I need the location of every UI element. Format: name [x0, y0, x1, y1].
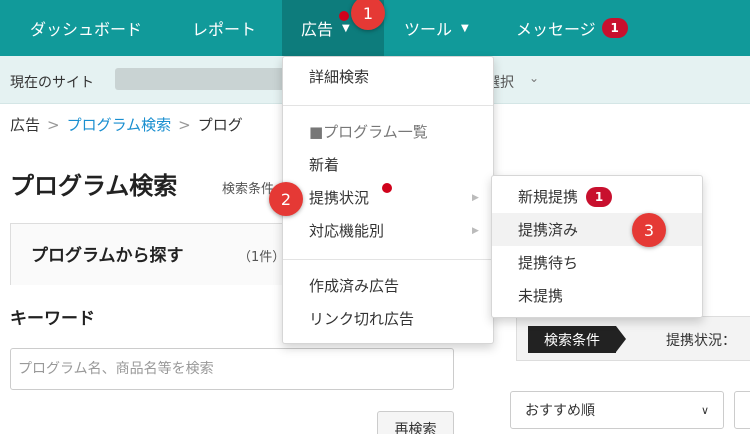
menu-item-created-ads[interactable]: 作成済み広告 — [309, 275, 399, 296]
submenu-item-label: 未提携 — [518, 287, 564, 305]
submenu-item-label: 提携済み — [518, 221, 579, 239]
program-search-tab[interactable]: プログラムから探す （1件） — [10, 223, 310, 285]
keyword-label: キーワード — [10, 309, 95, 329]
step-marker-2: 2 — [269, 182, 303, 216]
nav-dashboard[interactable]: ダッシュボード — [30, 0, 142, 56]
menu-item-by-feature[interactable]: 対応機能別 — [309, 220, 384, 241]
message-count-badge: 1 — [601, 18, 628, 38]
nav-report[interactable]: レポート — [192, 0, 256, 56]
search-conditions-link[interactable]: 検索条件 — [222, 178, 274, 197]
chevron-right-icon: ▶ — [472, 193, 479, 203]
submenu-item-not-partnered[interactable]: 未提携 — [492, 279, 702, 312]
menu-item-broken-link-ads[interactable]: リンク切れ広告 — [309, 308, 414, 329]
search-conditions-tag: 検索条件 — [528, 326, 626, 353]
nav-report-label: レポート — [192, 20, 257, 39]
menu-item-detailed-search[interactable]: 詳細検索 — [309, 66, 369, 87]
nav-tools-label: ツール — [404, 20, 453, 39]
menu-divider — [283, 259, 493, 260]
nav-messages[interactable]: メッセージ 1 — [516, 0, 628, 56]
keyword-search-input[interactable] — [10, 348, 454, 390]
menu-item-partnership-status[interactable]: 提携状況 — [309, 187, 369, 208]
nav-tools[interactable]: ツール ▼ — [404, 0, 469, 56]
chevron-right-icon: ▶ — [472, 226, 479, 236]
site-name-redacted — [115, 68, 290, 90]
tab-count: （1件） — [238, 250, 286, 265]
breadcrumb: 広告 > プログラム検索 > プログ — [10, 114, 243, 135]
menu-divider — [283, 105, 493, 106]
menu-header-program-list: ■プログラム一覧 — [309, 123, 428, 141]
sort-order-select[interactable]: おすすめ順 ∨ — [510, 391, 724, 429]
sort-order-value: おすすめ順 — [525, 403, 595, 419]
ads-indicator-dot — [339, 11, 349, 21]
tab-title: プログラムから探す — [31, 246, 184, 266]
breadcrumb-root: 広告 — [10, 116, 41, 134]
partnership-status-submenu: 新規提携 1 提携済み 提携待ち 未提携 — [491, 175, 703, 318]
current-site-label: 現在のサイト — [10, 75, 94, 91]
chevron-down-icon: ▼ — [342, 22, 350, 34]
nav-dashboard-label: ダッシュボード — [30, 20, 143, 39]
partnership-indicator-dot — [382, 183, 392, 193]
breadcrumb-separator: > — [47, 116, 60, 134]
submenu-item-partnered[interactable]: 提携済み — [492, 213, 702, 246]
new-partnership-badge: 1 — [586, 186, 613, 207]
submenu-item-label: 新規提携 — [518, 188, 579, 206]
breadcrumb-separator: > — [178, 116, 191, 134]
ads-dropdown-menu: 詳細検索 ■プログラム一覧 新着 提携状況 ▶ 対応機能別 ▶ 作成済み広告 リ… — [282, 56, 494, 344]
breadcrumb-current: プログ — [197, 116, 243, 134]
step-marker-3: 3 — [632, 213, 666, 247]
submenu-item-label: 提携待ち — [518, 254, 579, 272]
submenu-item-pending[interactable]: 提携待ち — [492, 246, 702, 279]
page-title: プログラム検索 — [10, 172, 178, 200]
nav-messages-label: メッセージ — [516, 20, 596, 39]
submenu-item-new-partnership[interactable]: 新規提携 1 — [492, 180, 702, 213]
partnership-status-label: 提携状況： — [666, 333, 736, 349]
menu-item-new[interactable]: 新着 — [309, 154, 339, 175]
secondary-select[interactable] — [734, 391, 750, 429]
nav-ads-label: 広告 — [301, 20, 334, 39]
research-button[interactable]: 再検索 — [377, 411, 454, 434]
breadcrumb-link-program-search[interactable]: プログラム検索 — [67, 116, 172, 134]
chevron-down-icon: ∨ — [700, 403, 709, 417]
chevron-down-icon: ▼ — [461, 22, 469, 34]
chevron-down-icon[interactable]: ⌄ — [529, 71, 539, 85]
search-conditions-bar: 検索条件 提携状況： — [516, 316, 750, 361]
